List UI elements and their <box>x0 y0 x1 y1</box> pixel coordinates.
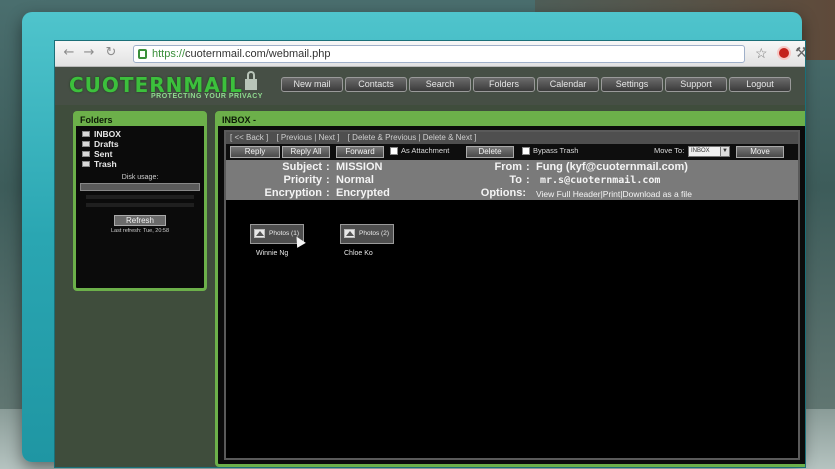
previous-next-link[interactable]: [ Previous | Next ] <box>276 133 339 142</box>
subject-label: Subject <box>282 161 322 173</box>
sent-icon <box>82 151 90 157</box>
priority-label: Priority <box>283 174 322 186</box>
message-toolbar: Reply Reply All Forward As Attachment De… <box>226 144 798 160</box>
browser-window: ← → ↻ https://cuoternmail.com/webmail.ph… <box>54 40 806 468</box>
nav-search[interactable]: Search <box>409 77 471 92</box>
lock-icon <box>138 49 147 59</box>
bypass-trash-label: Bypass Trash <box>533 146 579 155</box>
image-icon <box>254 229 265 238</box>
extension-icon[interactable] <box>777 46 791 60</box>
subject-value: MISSION <box>336 161 383 173</box>
app-header: CUOTERNMAIL PROTECTING YOUR PRIVACY New … <box>55 67 805 105</box>
image-icon <box>344 229 355 238</box>
nav-new-mail[interactable]: New mail <box>281 77 343 92</box>
message-panel: INBOX - [ << Back ] [ Previous | Next ] … <box>215 111 805 467</box>
delete-button[interactable]: Delete <box>466 146 514 158</box>
folder-label: Trash <box>94 159 117 169</box>
bypass-trash-checkbox[interactable] <box>522 147 530 155</box>
drafts-icon <box>82 141 90 147</box>
encryption-label: Encryption <box>264 187 322 199</box>
from-value: Fung (kyf@cuoternmail.com) <box>536 161 688 173</box>
folders-title: Folders <box>76 114 204 126</box>
options-links[interactable]: View Full Header|Print|Download as a fil… <box>536 188 692 201</box>
webmail-app: CUOTERNMAIL PROTECTING YOUR PRIVACY New … <box>55 67 805 467</box>
trash-icon <box>82 161 90 167</box>
reply-all-button[interactable]: Reply All <box>282 146 330 158</box>
encryption-value: Encrypted <box>336 187 390 199</box>
back-arrow-icon[interactable]: ← <box>61 45 77 61</box>
to-label: To <box>509 174 522 186</box>
move-to-select[interactable]: INBOX ▼ <box>688 146 730 157</box>
wrench-icon[interactable]: ⚒ <box>795 44 805 61</box>
reply-button[interactable]: Reply <box>230 146 280 158</box>
from-label: From <box>494 161 523 173</box>
options-label: Options: <box>480 187 526 199</box>
as-attachment-checkbox[interactable] <box>390 147 398 155</box>
folder-trash[interactable]: Trash <box>82 159 204 169</box>
attachment-photos-2[interactable]: Photos (2) <box>340 224 394 244</box>
move-to-label: Move To: <box>654 146 685 155</box>
forward-arrow-icon[interactable]: → <box>81 45 97 61</box>
inbox-icon <box>82 131 90 137</box>
back-link[interactable]: [ << Back ] <box>230 133 268 142</box>
padlock-icon <box>245 71 257 91</box>
move-to-value: INBOX <box>691 148 710 154</box>
main-nav: New mail Contacts Search Folders Calenda… <box>281 77 791 93</box>
chevron-down-icon: ▼ <box>720 147 729 156</box>
message-view: [ << Back ] [ Previous | Next ] [ Delete… <box>224 130 800 460</box>
folders-panel: Folders INBOX Drafts Sent Trash Disk usa… <box>73 111 207 291</box>
tagline: PROTECTING YOUR PRIVACY <box>151 93 263 100</box>
browser-toolbar: ← → ↻ https://cuoternmail.com/webmail.ph… <box>55 41 805 67</box>
nav-folders[interactable]: Folders <box>473 77 535 92</box>
attachment-caption: Chloe Ko <box>344 250 373 257</box>
divider <box>86 195 194 199</box>
folder-inbox[interactable]: INBOX <box>82 129 204 139</box>
folder-label: INBOX <box>94 129 121 139</box>
forward-button[interactable]: Forward <box>336 146 384 158</box>
nav-contacts[interactable]: Contacts <box>345 77 407 92</box>
delete-navigation-link[interactable]: [ Delete & Previous | Delete & Next ] <box>348 133 477 142</box>
folder-drafts[interactable]: Drafts <box>82 139 204 149</box>
refresh-button[interactable]: Refresh <box>114 215 166 226</box>
attachment-caption: Winnie Ng <box>256 250 289 257</box>
folder-label: Sent <box>94 149 113 159</box>
nav-calendar[interactable]: Calendar <box>537 77 599 92</box>
folder-label: Drafts <box>94 139 119 149</box>
attachment-label: Photos (2) <box>359 230 389 237</box>
monitor-frame: ← → ↻ https://cuoternmail.com/webmail.ph… <box>22 12 806 468</box>
attachment-label: Photos (1) <box>269 230 299 237</box>
message-linkbar: [ << Back ] [ Previous | Next ] [ Delete… <box>226 132 798 144</box>
move-button[interactable]: Move <box>736 146 784 158</box>
nav-support[interactable]: Support <box>665 77 727 92</box>
disk-usage-bar <box>80 183 200 191</box>
disk-usage-label: Disk usage: <box>121 174 159 181</box>
reload-icon[interactable]: ↻ <box>103 45 119 61</box>
as-attachment-label: As Attachment <box>401 146 450 155</box>
address-bar[interactable]: https://cuoternmail.com/webmail.php <box>133 45 745 63</box>
message-headers: Subject : MISSION From : Fung (kyf@cuote… <box>226 160 798 200</box>
priority-value: Normal <box>336 174 374 186</box>
to-value: mr.s@cuoternmail.com <box>540 175 661 186</box>
nav-logout[interactable]: Logout <box>729 77 791 92</box>
panel-title: INBOX - <box>218 114 805 126</box>
divider <box>86 203 194 207</box>
folder-sent[interactable]: Sent <box>82 149 204 159</box>
nav-settings[interactable]: Settings <box>601 77 663 92</box>
url-text: https://cuoternmail.com/webmail.php <box>152 48 331 60</box>
last-refresh-text: Last refresh: Tue, 20:58 <box>110 228 170 234</box>
folder-list: INBOX Drafts Sent Trash <box>76 126 204 169</box>
star-icon[interactable]: ☆ <box>755 45 768 62</box>
